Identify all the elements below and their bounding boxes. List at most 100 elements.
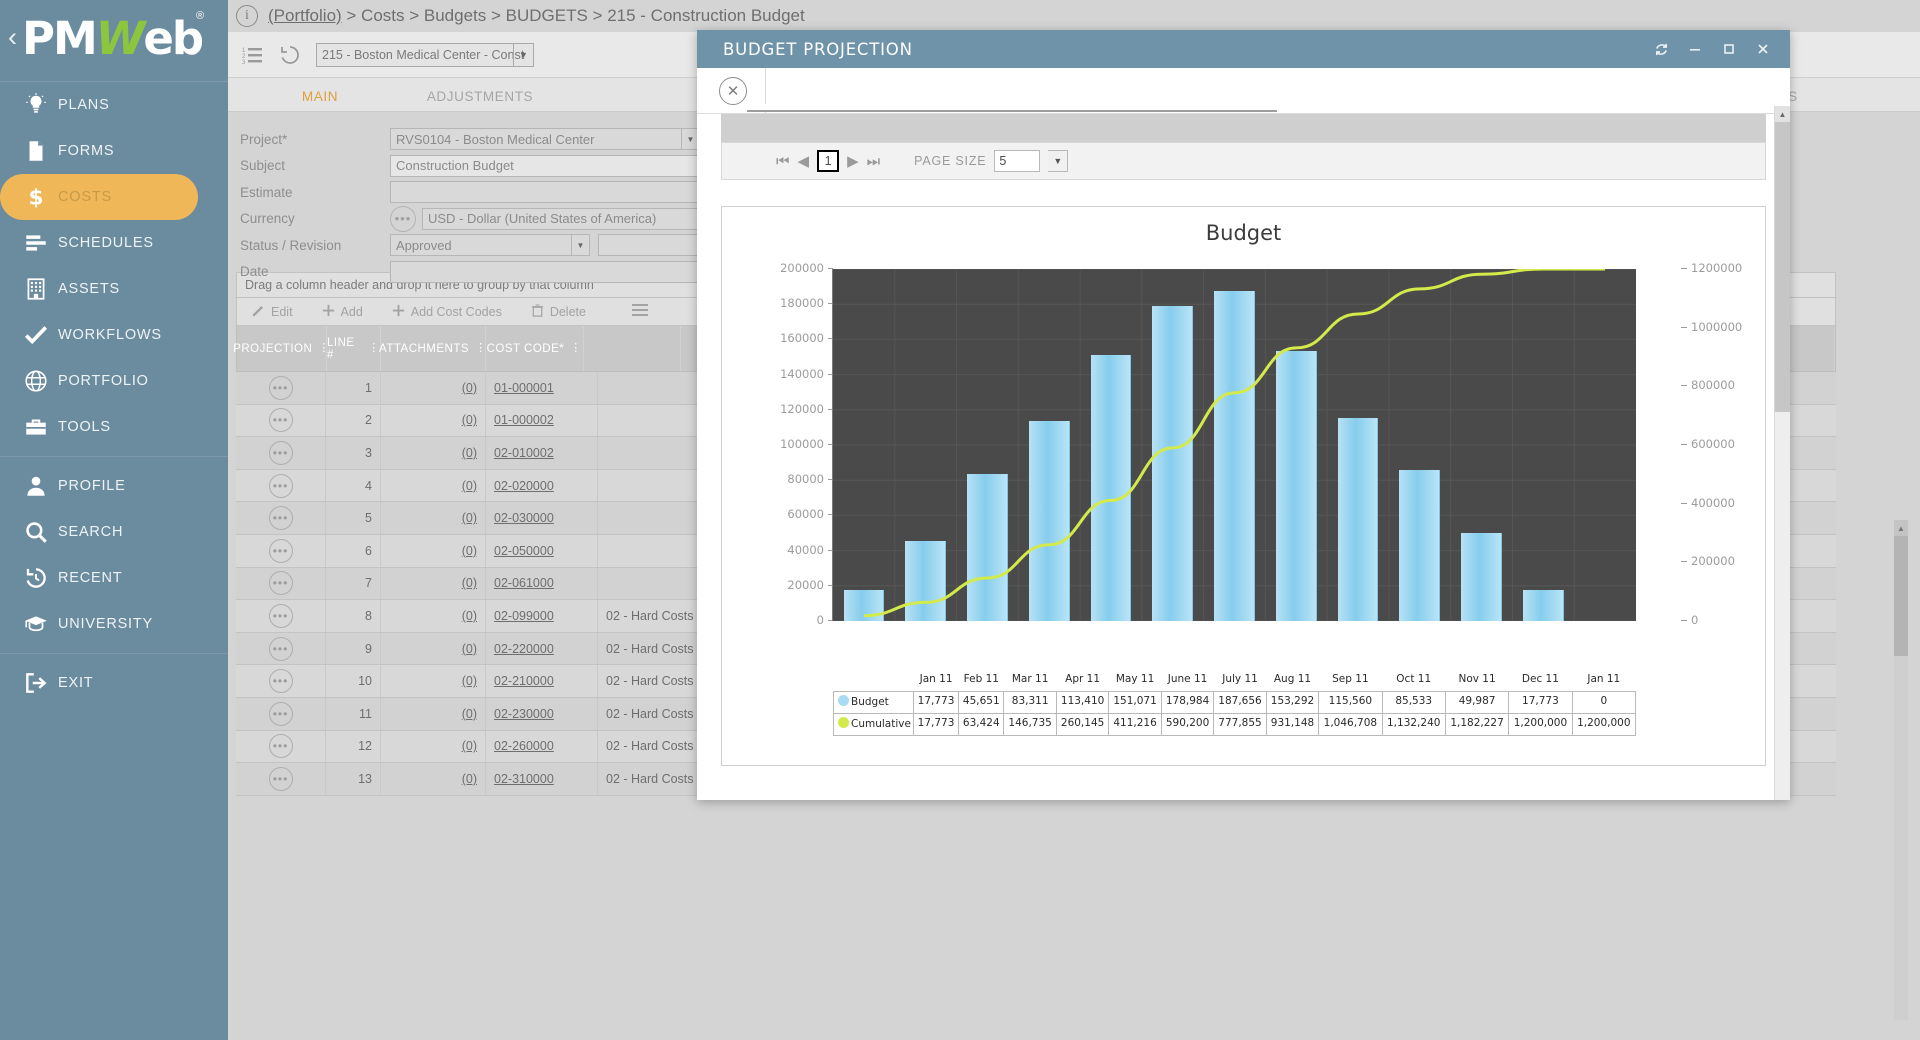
sidebar-item-tools[interactable]: TOOLS: [0, 404, 228, 450]
grid-header-blank: [584, 326, 682, 371]
projection-dots-icon[interactable]: •••: [269, 669, 293, 693]
sidebar-item-schedules[interactable]: SCHEDULES: [0, 220, 228, 266]
next-page-icon[interactable]: ▶: [847, 152, 859, 170]
chevron-down-icon[interactable]: ▼: [571, 234, 589, 256]
breadcrumb-portfolio-link[interactable]: (Portfolio): [268, 6, 342, 25]
chart-plot-region: 0200004000060000800001000001200001400001…: [722, 259, 1765, 659]
projection-cell[interactable]: •••: [236, 633, 326, 665]
projection-dots-icon[interactable]: •••: [269, 474, 293, 498]
projection-dots-icon[interactable]: •••: [269, 571, 293, 595]
projection-dots-icon[interactable]: •••: [269, 441, 293, 465]
projection-dots-icon[interactable]: •••: [269, 637, 293, 661]
chart-table-column-header: Jan 11: [913, 669, 958, 691]
scroll-up-icon[interactable]: ▲: [1894, 520, 1908, 536]
column-menu-icon[interactable]: ⋮: [318, 347, 330, 350]
sidebar-item-profile[interactable]: PROFILE: [0, 463, 228, 509]
sidebar-item-portfolio[interactable]: PORTFOLIO: [0, 358, 228, 404]
minimize-button[interactable]: [1678, 30, 1712, 68]
close-circle-icon[interactable]: ✕: [719, 77, 747, 105]
dialog-scroll-up-icon[interactable]: ▲: [1775, 106, 1790, 122]
sidebar-item-workflows[interactable]: WORKFLOWS: [0, 312, 228, 358]
sidebar-item-plans[interactable]: PLANS: [0, 82, 228, 128]
sidebar-item-label: ASSETS: [58, 281, 120, 297]
delete-button[interactable]: Delete: [530, 303, 586, 321]
numbered-list-icon[interactable]: 123: [242, 45, 264, 65]
attachments-cell-text: (0): [462, 511, 477, 525]
projection-dots-icon[interactable]: •••: [269, 767, 293, 791]
close-button[interactable]: [1746, 30, 1780, 68]
projection-dots-icon[interactable]: •••: [269, 539, 293, 563]
info-icon[interactable]: i: [236, 5, 258, 27]
page-size-input[interactable]: 5: [994, 150, 1040, 172]
page-number-input[interactable]: 1: [817, 150, 839, 172]
grid-header-costcode[interactable]: COST CODE*⋮: [486, 326, 584, 371]
grid-header-line#[interactable]: LINE #⋮: [327, 326, 381, 371]
column-menu-icon[interactable]: ⋮: [570, 347, 582, 350]
tab-main[interactable]: MAIN: [240, 89, 400, 111]
prev-page-icon[interactable]: ◀: [798, 152, 810, 170]
grid-header-projection[interactable]: PROJECTION⋮: [237, 326, 327, 371]
maximize-button[interactable]: [1712, 30, 1746, 68]
projection-cell[interactable]: •••: [236, 665, 326, 697]
scrollbar-thumb[interactable]: [1894, 536, 1908, 656]
dialog-scrollbar-thumb[interactable]: [1775, 122, 1790, 412]
dialog-vertical-scrollbar[interactable]: ▲ ▼: [1774, 106, 1790, 800]
sidebar-item-university[interactable]: UNIVERSITY: [0, 601, 228, 647]
edit-button[interactable]: Edit: [251, 303, 293, 321]
y-axis-right-tick: 1000000: [1691, 320, 1742, 334]
page-size-chevron-down-icon[interactable]: ▼: [1048, 150, 1068, 172]
grid-header-attachments[interactable]: ATTACHMENTS⋮: [381, 326, 486, 371]
projection-cell[interactable]: •••: [236, 470, 326, 502]
column-menu-icon[interactable]: ⋮: [368, 347, 380, 350]
projection-cell[interactable]: •••: [236, 568, 326, 600]
project-select-value: 215 - Boston Medical Center - Const: [322, 48, 524, 62]
grid-menu-icon[interactable]: [632, 303, 648, 320]
projection-dots-icon[interactable]: •••: [269, 506, 293, 530]
sidebar-item-assets[interactable]: ASSETS: [0, 266, 228, 312]
chart-table-cell: 0: [1572, 691, 1635, 713]
form-input-project[interactable]: RVS0104 - Boston Medical Center▼: [390, 128, 700, 150]
project-select[interactable]: 215 - Boston Medical Center - Const ▼: [316, 43, 534, 67]
sidebar-item-exit[interactable]: EXIT: [0, 660, 228, 706]
sidebar-item-recent[interactable]: RECENT: [0, 555, 228, 601]
projection-cell[interactable]: •••: [236, 502, 326, 534]
sidebar-item-search[interactable]: SEARCH: [0, 509, 228, 555]
first-page-icon[interactable]: ⏮: [776, 153, 790, 170]
dialog-title: BUDGET PROJECTION: [723, 40, 1644, 59]
projection-dots-icon[interactable]: •••: [269, 734, 293, 758]
form-input-statusrevision[interactable]: Approved▼: [390, 234, 590, 256]
projection-cell[interactable]: •••: [236, 763, 326, 795]
last-page-icon[interactable]: ⏭: [867, 153, 881, 170]
currency-options-icon[interactable]: •••: [390, 206, 416, 232]
y-axis-left-tick: 120000: [780, 402, 824, 416]
history-icon[interactable]: [278, 43, 302, 67]
attachments-cell: (0): [381, 502, 486, 534]
projection-dots-icon[interactable]: •••: [269, 408, 293, 432]
chart-table-cell: 411,216: [1109, 713, 1161, 735]
column-menu-icon[interactable]: ⋮: [475, 347, 487, 350]
projection-dots-icon[interactable]: •••: [269, 702, 293, 726]
projection-cell[interactable]: •••: [236, 731, 326, 763]
toolbox-icon: [14, 414, 58, 440]
projection-cell[interactable]: •••: [236, 372, 326, 404]
y-axis-left-tick: 20000: [787, 578, 824, 592]
sidebar-item-costs[interactable]: $COSTS: [0, 174, 198, 220]
line-cell: 5: [326, 502, 381, 534]
tab-adjustments[interactable]: ADJUSTMENTS: [400, 89, 560, 111]
sidebar: ‹ PMWeb ® PLANSFORMS$COSTSSCHEDULESASSET…: [0, 0, 228, 1040]
add-button[interactable]: Add: [321, 303, 363, 321]
projection-cell[interactable]: •••: [236, 600, 326, 632]
projection-cell[interactable]: •••: [236, 437, 326, 469]
projection-cell[interactable]: •••: [236, 535, 326, 567]
projection-dots-icon[interactable]: •••: [269, 604, 293, 628]
refresh-button[interactable]: [1644, 30, 1678, 68]
attachments-cell-text: (0): [462, 576, 477, 590]
projection-cell[interactable]: •••: [236, 405, 326, 437]
chevron-down-icon[interactable]: ▼: [513, 43, 533, 67]
projection-cell[interactable]: •••: [236, 698, 326, 730]
projection-dots-icon[interactable]: •••: [269, 376, 293, 400]
sidebar-item-forms[interactable]: FORMS: [0, 128, 228, 174]
sidebar-collapse-icon[interactable]: ‹: [8, 24, 17, 51]
grid-vertical-scrollbar[interactable]: ▲: [1894, 520, 1908, 1020]
add-cost-codes-button[interactable]: Add Cost Codes: [391, 303, 502, 321]
